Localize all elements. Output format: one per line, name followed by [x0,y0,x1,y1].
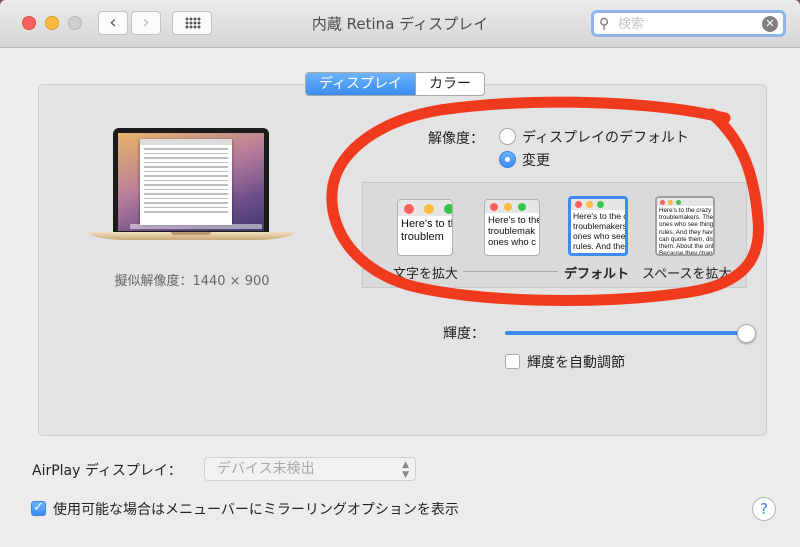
title-bar: ‹ › 内蔵 Retina ディスプレイ ⚲ ✕ [0,0,800,48]
chevron-right-icon: › [142,12,150,33]
scale-track-line [463,271,558,272]
window-title: 内蔵 Retina ディスプレイ [311,15,489,33]
virtual-resolution-label: 擬似解像度：1440 × 900 [114,274,270,289]
scale-label-larger-text: 文字を拡大 [393,267,459,282]
option-default-for-display-label[interactable]: ディスプレイのデフォルト [522,127,689,147]
forward-button[interactable]: › [131,11,161,35]
resolution-label: 解像度： [428,131,484,147]
airplay-selected-value: デバイス未検出 [217,461,315,477]
close-window-button[interactable] [22,16,36,30]
scale-preview-text: Here's to the troublemak ones who c [488,215,539,248]
desktop-wallpaper [118,133,264,231]
system-preferences-window: ‹ › 内蔵 Retina ディスプレイ ⚲ ✕ ディスプレイ カラー 擬似解像… [0,0,800,547]
tab-display[interactable]: ディスプレイ [306,73,416,95]
brightness-slider-knob[interactable] [737,324,756,343]
document-window-thumbnail [140,139,232,225]
zoom-window-button[interactable] [68,16,82,30]
search-field[interactable]: ⚲ ✕ [591,10,786,37]
clear-search-icon[interactable]: ✕ [762,16,778,32]
scale-option-2[interactable]: Here's to the troublemak ones who c [484,199,540,256]
scale-label-more-space: スペースを拡大 [642,267,732,282]
chevron-left-icon: ‹ [109,12,117,33]
dock-thumbnail [130,224,262,229]
brightness-label: 輝度： [443,326,485,342]
grid-icon [185,17,201,29]
search-input[interactable] [618,15,758,33]
popup-arrows-icon: ▲ ▼ [402,460,409,480]
auto-brightness-label: 輝度を自動調節 [527,355,625,371]
search-icon: ⚲ [599,16,610,32]
radio-default-for-display[interactable] [499,128,516,145]
macbook-illustration [113,128,269,232]
tab-color[interactable]: カラー [415,73,484,95]
scale-option-default[interactable]: Here's to the cr troublemakers. ones who… [568,196,628,256]
brightness-slider-track[interactable] [505,331,750,335]
minimize-window-button[interactable] [45,16,59,30]
airplay-display-popup[interactable]: デバイス未検出 ▲ ▼ [204,457,416,481]
radio-scaled[interactable] [499,151,516,168]
scale-label-default: デフォルト [564,267,630,282]
scale-preview-text: Here's to the troublem [401,218,452,243]
scale-preview-text: Here's to the crazy ones troublemakers. … [659,207,713,256]
scale-preview-text: Here's to the cr troublemakers. ones who… [573,211,625,251]
mirroring-options-checkbox[interactable] [31,500,46,516]
scale-option-larger-text[interactable]: Here's to the troublem [397,199,453,256]
scale-option-more-space[interactable]: Here's to the crazy ones troublemakers. … [655,196,715,256]
show-all-button[interactable] [172,11,212,35]
help-button[interactable]: ? [752,497,776,521]
mirroring-options-label: 使用可能な場合はメニューバーにミラーリングオプションを表示 [53,502,459,518]
option-scaled-label[interactable]: 変更 [522,150,550,170]
airplay-display-label: AirPlay ディスプレイ： [32,463,182,479]
back-button[interactable]: ‹ [98,11,128,35]
tab-bar: ディスプレイ カラー [305,72,486,96]
auto-brightness-checkbox[interactable] [505,354,520,369]
